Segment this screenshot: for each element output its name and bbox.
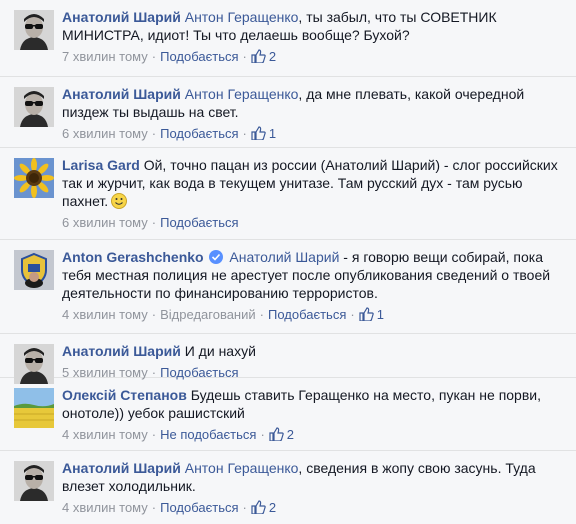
comment-meta: 4 хвилин тому · Подобається · 2 xyxy=(62,500,277,515)
like-count[interactable]: 2 xyxy=(251,500,276,515)
like-button[interactable]: Подобається xyxy=(160,215,238,230)
comment-author[interactable]: Anton Gerashchenko xyxy=(62,249,204,265)
comment-mention[interactable]: Антон Геращенко xyxy=(185,9,299,25)
like-count[interactable]: 1 xyxy=(251,126,276,141)
unlike-button[interactable]: Не подобається xyxy=(160,427,256,442)
comment-timestamp[interactable]: 7 хвилин тому xyxy=(62,49,148,64)
thumbs-up-icon xyxy=(269,427,284,441)
comment-author[interactable]: Анатолий Шарий xyxy=(62,86,181,102)
avatar[interactable] xyxy=(14,158,54,198)
smiley-icon xyxy=(111,193,128,209)
like-button[interactable]: Подобається xyxy=(160,49,238,64)
like-button[interactable]: Подобається xyxy=(160,126,238,141)
like-button[interactable]: Подобається xyxy=(160,500,238,515)
comment-list: Анатолий Шарий Антон Геращенко, ты забыл… xyxy=(0,0,576,524)
comment: Анатолий Шарий Антон Геращенко, сведения… xyxy=(0,451,576,524)
comment-author[interactable]: Олексій Степанов xyxy=(62,387,187,403)
comment-text: И ди нахуй xyxy=(184,343,256,359)
comment-timestamp[interactable]: 6 хвилин тому xyxy=(62,215,148,230)
comment-timestamp[interactable]: 4 хвилин тому xyxy=(62,427,148,442)
comment: Larisa Gard Ой, точно пацан из россии (А… xyxy=(0,148,576,240)
like-count[interactable]: 2 xyxy=(269,427,294,442)
like-button[interactable]: Подобається xyxy=(268,307,346,322)
comment-author[interactable]: Анатолий Шарий xyxy=(62,460,181,476)
comment-author[interactable]: Larisa Gard xyxy=(62,157,140,173)
thumbs-up-icon xyxy=(251,126,266,140)
comment-author[interactable]: Анатолий Шарий xyxy=(62,343,181,359)
avatar[interactable] xyxy=(14,10,54,50)
avatar[interactable] xyxy=(14,388,54,428)
comment-mention[interactable]: Антон Геращенко xyxy=(185,86,299,102)
thumbs-up-icon xyxy=(359,307,374,321)
like-count[interactable]: 1 xyxy=(359,307,384,322)
comment-mention[interactable]: Анатолий Шарий xyxy=(229,249,339,265)
comment-meta: 7 хвилин тому · Подобається · 2 xyxy=(62,49,277,64)
comment-meta: 6 хвилин тому · Подобається xyxy=(62,215,239,230)
thumbs-up-icon xyxy=(251,500,266,514)
avatar[interactable] xyxy=(14,250,54,290)
thumbs-up-icon xyxy=(251,49,266,63)
comment-mention[interactable]: Антон Геращенко xyxy=(185,460,299,476)
comment: Анатолий Шарий Антон Геращенко, ты забыл… xyxy=(0,0,576,77)
comment-timestamp[interactable]: 4 хвилин тому xyxy=(62,500,148,515)
comment-meta: 4 хвилин тому · Не подобається · 2 xyxy=(62,427,295,442)
comment: Олексій Степанов Будешь ставить Геращенк… xyxy=(0,378,576,451)
comment: Anton Gerashchenko Анатолий Шарий - я го… xyxy=(0,240,576,334)
comment-timestamp[interactable]: 4 хвилин тому xyxy=(62,307,148,322)
comment-timestamp[interactable]: 6 хвилин тому xyxy=(62,126,148,141)
comment-author[interactable]: Анатолий Шарий xyxy=(62,9,181,25)
comment: Анатолий Шарий И ди нахуй 5 хвилин тому ·… xyxy=(0,334,576,384)
verified-badge-icon xyxy=(209,250,224,264)
edited-label[interactable]: Відредагований xyxy=(160,307,256,322)
like-count[interactable]: 2 xyxy=(251,49,276,64)
comment-meta: 4 хвилин тому · Відредагований · Подобається… xyxy=(62,307,384,322)
avatar[interactable] xyxy=(14,87,54,127)
comment-meta: 6 хвилин тому · Подобається · 1 xyxy=(62,126,277,141)
comment: Анатолий Шарий Антон Геращенко, да мне п… xyxy=(0,77,576,148)
avatar[interactable] xyxy=(14,461,54,501)
